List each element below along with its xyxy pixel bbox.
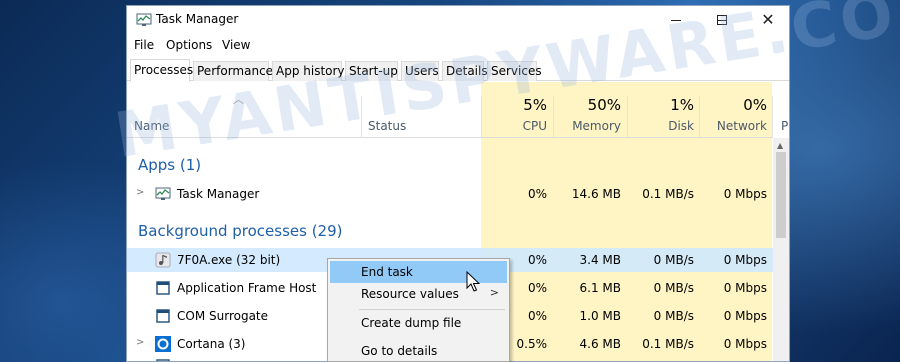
menu-options[interactable]: Options [166, 38, 212, 52]
window-title: Task Manager [156, 12, 239, 26]
context-menu: End task Resource values > Create dump f… [327, 258, 510, 362]
tab-users[interactable]: Users [401, 61, 439, 81]
group-background: Background processes (29) [138, 222, 343, 240]
maximize-icon [717, 15, 727, 25]
tab-app-history[interactable]: App history [272, 61, 345, 81]
context-item-label: Create dump file [361, 316, 462, 330]
close-icon: ✕ [761, 10, 775, 29]
chevron-right-icon: > [489, 286, 499, 299]
chevron-right-icon[interactable]: > [136, 187, 144, 198]
vertical-scrollbar[interactable]: ▲ [773, 138, 789, 361]
disk-value: 0 MB/s [653, 281, 694, 295]
tab-details[interactable]: Details [442, 61, 488, 81]
context-end-task[interactable]: End task [330, 261, 507, 292]
disk-value: 0 MB/s [653, 253, 694, 267]
process-name: Cortana (3) [177, 337, 246, 351]
menu-bar: File Options View [127, 36, 789, 56]
menu-view[interactable]: View [222, 38, 250, 52]
app-frame-icon [156, 281, 170, 295]
disk-percent[interactable]: 1% [627, 96, 694, 114]
task-manager-icon [136, 13, 152, 26]
close-button[interactable]: ✕ [745, 6, 789, 34]
network-value: 0 Mbps [723, 309, 767, 323]
cortana-icon [155, 336, 171, 352]
context-go-to-details[interactable]: Go to details [330, 340, 507, 362]
network-value: 0 Mbps [723, 281, 767, 295]
memory-value: 3.4 MB [579, 253, 621, 267]
context-item-label: Go to details [361, 344, 438, 358]
network-value: 0 Mbps [723, 253, 767, 267]
menu-separator [359, 309, 505, 310]
process-name: Task Manager [177, 187, 260, 201]
tab-bar: Processes Performance App history Start-… [127, 59, 789, 82]
column-truncated[interactable]: P [781, 119, 788, 133]
disk-value: 0.1 MB/s [642, 337, 694, 351]
column-cpu[interactable]: CPU [481, 119, 547, 133]
tab-services[interactable]: Services [487, 61, 542, 81]
minimize-icon [671, 19, 681, 21]
context-item-label: End task [361, 265, 413, 279]
process-icon [156, 359, 170, 361]
column-network[interactable]: Network [699, 119, 767, 133]
memory-value: 4.6 MB [579, 337, 621, 351]
process-name: COM Surrogate [177, 309, 269, 323]
network-value: 0 Mbps [723, 187, 767, 201]
scroll-thumb[interactable] [776, 152, 786, 238]
tab-performance[interactable]: Performance [193, 61, 273, 81]
cpu-percent[interactable]: 5% [481, 96, 547, 114]
scroll-up-icon[interactable]: ▲ [777, 141, 783, 150]
tab-processes[interactable]: Processes [130, 59, 193, 82]
menu-file[interactable]: File [134, 38, 154, 52]
cpu-value: 0% [527, 187, 547, 201]
disk-value: 0.1 MB/s [642, 187, 694, 201]
music-note-icon [155, 252, 171, 268]
context-resource-values[interactable]: Resource values > [330, 283, 507, 305]
minimize-button-2[interactable] [653, 6, 699, 34]
com-surrogate-icon [156, 309, 170, 323]
process-name: 7F0A.exe (32 bit) [177, 253, 281, 267]
column-disk[interactable]: Disk [627, 119, 694, 133]
disk-value: 0 MB/s [653, 309, 694, 323]
context-create-dump-file[interactable]: Create dump file [330, 312, 507, 334]
table-row[interactable]: > Task Manager 0% 14.6 MB 0.1 MB/s 0 Mbp… [127, 182, 773, 206]
network-percent[interactable]: 0% [699, 96, 767, 114]
memory-value: 6.1 MB [579, 281, 621, 295]
group-apps: Apps (1) [138, 156, 202, 174]
column-memory[interactable]: Memory [553, 119, 621, 133]
context-item-label: Resource values [361, 287, 459, 301]
maximize-button[interactable] [699, 6, 745, 34]
memory-value: 14.6 MB [571, 187, 621, 201]
task-manager-icon [155, 187, 171, 200]
chevron-right-icon[interactable]: > [136, 337, 144, 348]
network-value: 0 Mbps [723, 337, 767, 351]
tab-start-up[interactable]: Start-up [345, 61, 398, 81]
column-name[interactable]: Name [134, 119, 169, 133]
process-name: Application Frame Host [177, 281, 317, 295]
memory-value: 1.0 MB [579, 309, 621, 323]
memory-percent[interactable]: 50% [553, 96, 621, 114]
column-status[interactable]: Status [368, 119, 406, 133]
sort-ascending-icon: ︿ [233, 93, 244, 106]
